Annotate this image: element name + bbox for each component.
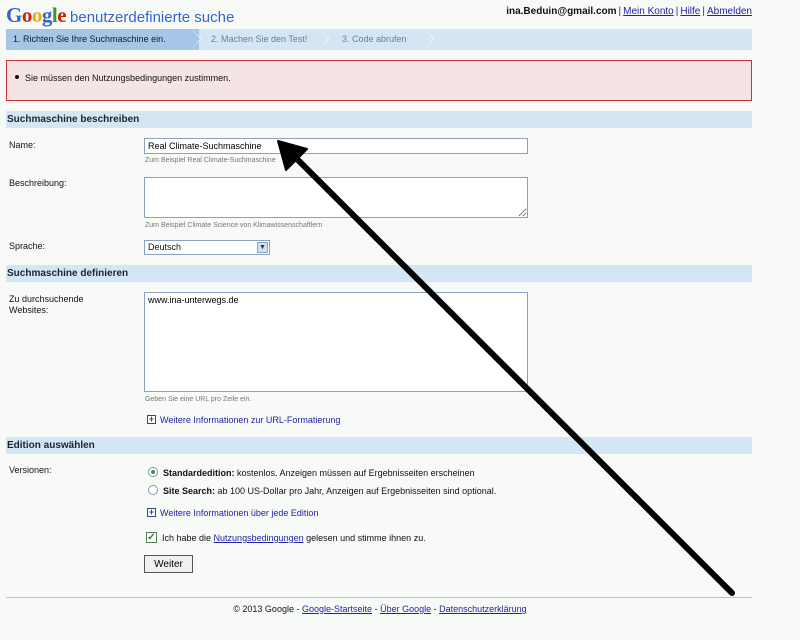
arrow-shaft [289, 151, 735, 596]
annotation-arrow [277, 140, 735, 596]
